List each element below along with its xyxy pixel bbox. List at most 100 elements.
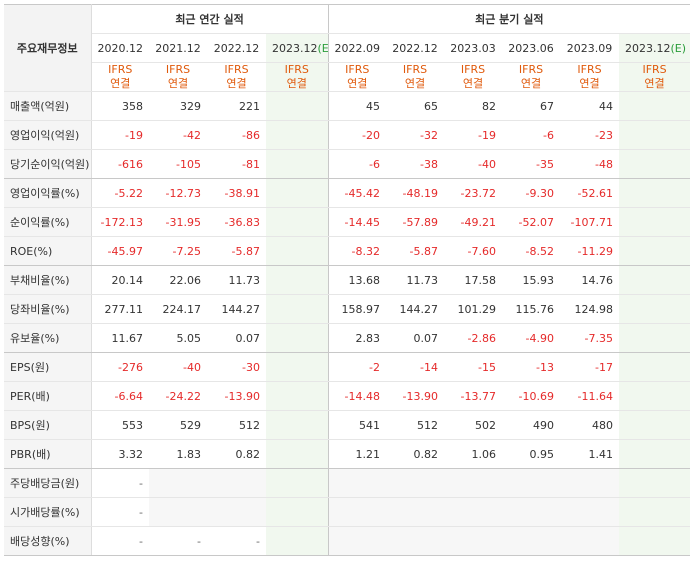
value-cell: -13.90 [207,381,266,411]
corner-label: 주요재무정보 [4,4,92,92]
period-quarter-4: 2023.06 [502,33,561,63]
row-label: 배당성향(%) [4,526,92,556]
value-cell: 14.76 [560,265,620,295]
value-cell [266,294,329,324]
value-cell: -8.32 [328,236,387,266]
value-cell [444,497,503,527]
value-cell: 490 [502,410,561,440]
value-cell [560,497,620,527]
value-cell: 221 [207,91,266,121]
value-cell [266,149,329,179]
row-label: 매출액(억원) [4,91,92,121]
value-cell: 11.67 [91,323,149,353]
value-cell: -5.87 [207,236,266,266]
ifrs-consolidated-label: IFRS 연결 [207,62,266,92]
value-cell [619,236,691,266]
value-cell [619,294,691,324]
value-cell [560,468,620,498]
period-annual-3: 2022.12 [207,33,266,63]
value-cell [386,526,445,556]
period-annual-2: 2021.12 [149,33,207,63]
value-cell [619,207,691,237]
value-cell: -4.90 [502,323,561,353]
row-label: 유보율(%) [4,323,92,353]
value-cell: 0.82 [386,439,445,469]
value-cell [619,497,691,527]
table-row: PBR(배) 3.32 1.83 0.82 1.21 0.82 1.06 0.95 1.41 [4,439,691,469]
value-cell [266,207,329,237]
period-annual-1: 2020.12 [91,33,149,63]
value-cell [619,439,691,469]
value-cell: -24.22 [149,381,207,411]
value-cell: 358 [91,91,149,121]
value-cell: -30 [207,352,266,382]
row-label: 영업이익률(%) [4,178,92,208]
table-row: 주당배당금(원) - [4,468,691,498]
value-cell [266,352,329,382]
value-cell: -14.48 [328,381,387,411]
ifrs-text: IFRS [460,63,486,76]
value-cell [619,381,691,411]
ifrs-consolidated-label: IFRS 연결 [266,62,329,92]
ifrs-consolidated-label: IFRS 연결 [560,62,620,92]
value-cell [266,91,329,121]
value-cell [266,120,329,150]
table-row: 당좌비율(%) 277.11 224.17 144.27 158.97 144.27 101… [4,294,691,324]
value-cell: -19 [444,120,503,150]
consolidated-text: 연결 [462,77,484,90]
value-cell: -2.86 [444,323,503,353]
value-cell: 329 [149,91,207,121]
value-cell: - [207,526,266,556]
value-cell: -52.61 [560,178,620,208]
value-cell: -10.69 [502,381,561,411]
value-cell [266,265,329,295]
table-row: ROE(%) -45.97 -7.25 -5.87 -8.32 -5.87 -7.60 -8.… [4,236,691,266]
consolidated-text: 연결 [286,77,307,90]
value-cell [444,468,503,498]
table-row: EPS(원) -276 -40 -30 -2 -14 -15 -13 -17 [4,352,691,382]
value-cell: 11.73 [207,265,266,295]
value-cell: -20 [328,120,387,150]
value-cell: -6 [328,149,387,179]
value-cell: 158.97 [328,294,387,324]
value-cell [619,265,691,295]
value-cell [619,468,691,498]
value-cell: 553 [91,410,149,440]
value-cell: -42 [149,120,207,150]
value-cell: -23.72 [444,178,503,208]
ifrs-text: IFRS [518,63,544,76]
value-cell: -49.21 [444,207,503,237]
value-cell: -276 [91,352,149,382]
value-cell [502,468,561,498]
value-cell: 0.95 [502,439,561,469]
value-cell: -12.73 [149,178,207,208]
consolidated-text: 연결 [167,77,189,90]
value-cell [619,410,691,440]
ifrs-consolidated-label: IFRS 연결 [619,62,691,92]
value-cell [328,468,387,498]
value-cell: 512 [386,410,445,440]
financial-rows: 매출액(억원) 358 329 221 45 65 82 67 44 영업이익(억원) -19 -42… [4,91,691,556]
row-label: 순이익률(%) [4,207,92,237]
value-cell: -32 [386,120,445,150]
value-cell: -172.13 [91,207,149,237]
value-cell: 13.68 [328,265,387,295]
consolidated-text: 연결 [347,77,368,90]
value-cell: 22.06 [149,265,207,295]
table-row: 매출액(억원) 358 329 221 45 65 82 67 44 [4,91,691,121]
table-row: 순이익률(%) -172.13 -31.95 -36.83 -14.45 -57.89 -4… [4,207,691,237]
value-cell: -5.87 [386,236,445,266]
value-cell: -7.35 [560,323,620,353]
value-cell: -31.95 [149,207,207,237]
value-cell: -14.45 [328,207,387,237]
estimate-mark: (E) [317,41,328,55]
consolidated-text: 연결 [644,77,665,90]
period-quarter-3: 2023.03 [444,33,503,63]
value-cell: -23 [560,120,620,150]
row-label: 영업이익(억원) [4,120,92,150]
value-cell: 3.32 [91,439,149,469]
value-cell [149,468,207,498]
value-cell: 0.82 [207,439,266,469]
value-cell: -17 [560,352,620,382]
value-cell: -13.77 [444,381,503,411]
